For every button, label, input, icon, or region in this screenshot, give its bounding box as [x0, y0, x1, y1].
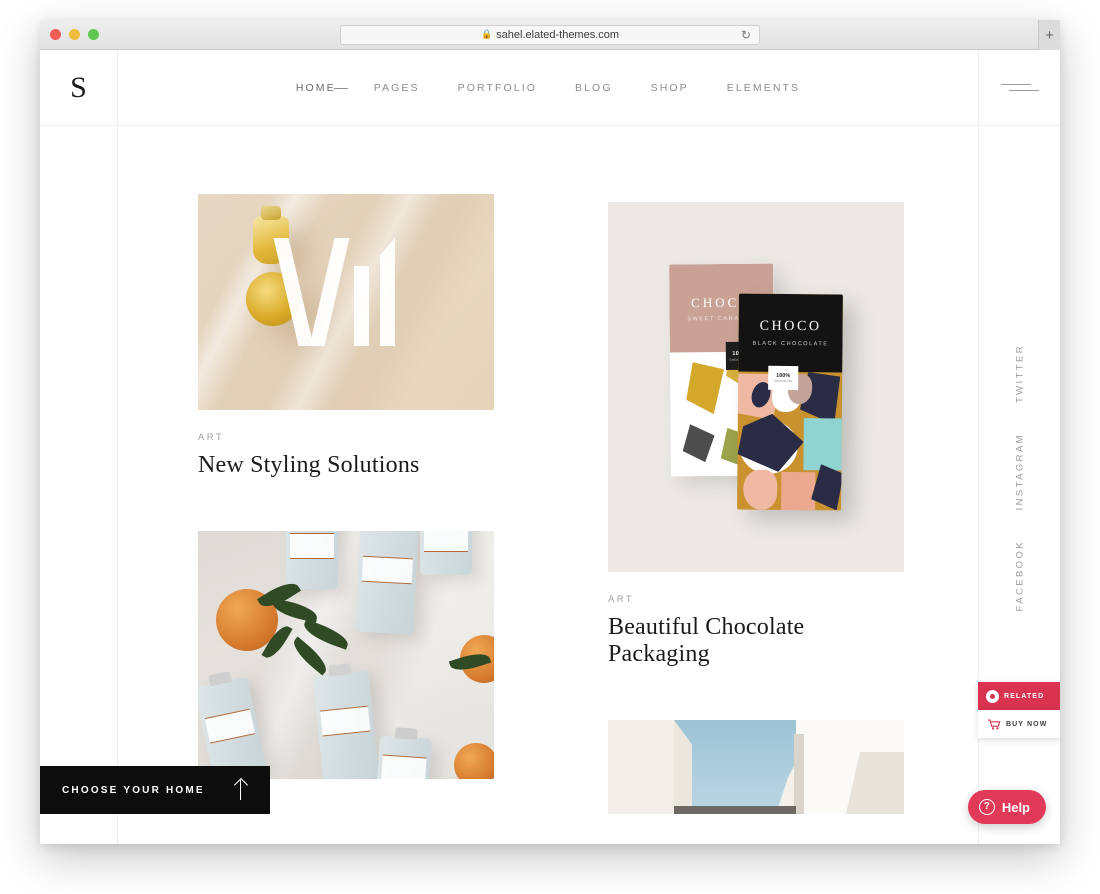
- choco-packaging-image[interactable]: CHOCO SWEET CARAMEL 100%: [608, 202, 904, 572]
- cart-icon: [988, 718, 1001, 730]
- logo-letter: S: [70, 70, 87, 104]
- nav-item-blog[interactable]: BLOG: [575, 78, 613, 98]
- portfolio-column-left: ART New Styling Solutions: [198, 194, 494, 844]
- hamburger-line-top: [1000, 84, 1031, 85]
- portfolio-card: [198, 531, 494, 779]
- pillar-decor: [794, 734, 804, 814]
- bottle-decor: [312, 663, 380, 779]
- masonry-layout: ART New Styling Solutions CHOCO SWEET CA…: [198, 194, 934, 844]
- minimal-architecture-image[interactable]: [608, 720, 904, 814]
- hamburger-line-bottom: [1008, 90, 1039, 91]
- nav-item-shop[interactable]: SHOP: [651, 78, 689, 98]
- nav-item-elements[interactable]: ELEMENTS: [727, 78, 800, 98]
- left-rail: [40, 126, 118, 844]
- minimize-window-button[interactable]: [69, 29, 80, 40]
- choose-your-home-bar[interactable]: CHOOSE YOUR HOME: [40, 766, 270, 814]
- buy-now-button[interactable]: BUY NOW: [978, 710, 1060, 738]
- bottles-and-oranges-image[interactable]: [198, 531, 494, 779]
- wall-decor: [608, 720, 674, 814]
- floating-widget-stack: RELATED BUY NOW: [978, 682, 1060, 738]
- chocolate-bar-black: CHOCO BLACK CHOCOLATE 100% CHOCOLATE: [737, 293, 843, 511]
- choose-your-home-label: CHOOSE YOUR HOME: [62, 784, 205, 796]
- olive-oil-on-marble-image[interactable]: [198, 194, 494, 410]
- portfolio-title[interactable]: New Styling Solutions: [198, 452, 494, 479]
- wall-decor: [796, 720, 904, 814]
- orange-decor: [454, 743, 494, 779]
- help-button[interactable]: ? Help: [967, 790, 1046, 824]
- lock-icon: 🔒: [480, 29, 493, 39]
- nav-item-portfolio[interactable]: PORTFOLIO: [458, 78, 537, 98]
- overlay-logo-mark: [273, 236, 416, 346]
- help-button-label: Help: [1001, 799, 1030, 815]
- address-bar[interactable]: 🔒 sahel.elated-themes.com ↻: [340, 24, 760, 45]
- page-viewport: S HOME PAGES PORTFOLIO BLOG SHOP ELEMENT…: [40, 50, 1060, 844]
- social-link-twitter[interactable]: TWITTER: [1014, 344, 1025, 403]
- main-navigation: HOME PAGES PORTFOLIO BLOG SHOP ELEMENTS: [118, 50, 978, 125]
- bottle-decor: [355, 531, 419, 635]
- portfolio-card: CHOCO SWEET CARAMEL 100%: [608, 202, 904, 668]
- portfolio-title[interactable]: Beautiful Chocolate Packaging: [608, 614, 904, 668]
- site-header: S HOME PAGES PORTFOLIO BLOG SHOP ELEMENT…: [40, 50, 1060, 126]
- reload-icon[interactable]: ↻: [741, 29, 751, 41]
- ground-decor: [674, 806, 796, 814]
- portfolio-card: [608, 720, 904, 814]
- maximize-window-button[interactable]: [88, 29, 99, 40]
- browser-window: 🔒 sahel.elated-themes.com ↻ + S HOME PAG…: [40, 20, 1060, 844]
- bar-black-subtitle: BLACK CHOCOLATE: [752, 340, 829, 348]
- address-bar-url: sahel.elated-themes.com: [496, 28, 620, 41]
- bar-black-title: CHOCO: [759, 318, 822, 335]
- portfolio-grid: ART New Styling Solutions CHOCO SWEET CA…: [118, 126, 978, 844]
- question-circle-icon: ?: [978, 799, 995, 815]
- portfolio-column-right: CHOCO SWEET CARAMEL 100%: [608, 202, 904, 844]
- record-circle-icon: [986, 689, 999, 703]
- browser-titlebar: 🔒 sahel.elated-themes.com ↻ +: [40, 20, 1060, 50]
- related-button[interactable]: RELATED: [978, 682, 1060, 710]
- portfolio-card: ART New Styling Solutions: [198, 194, 494, 479]
- bottle-decor: [420, 531, 472, 575]
- buy-now-button-label: BUY NOW: [1006, 720, 1048, 728]
- related-button-label: RELATED: [1004, 692, 1045, 700]
- window-controls[interactable]: [40, 29, 99, 40]
- nav-item-pages[interactable]: PAGES: [374, 78, 420, 98]
- arrow-up-icon[interactable]: [234, 780, 248, 800]
- hamburger-icon[interactable]: [978, 50, 1060, 125]
- page-body: ART New Styling Solutions CHOCO SWEET CA…: [40, 126, 1060, 844]
- bottle-decor: [375, 727, 433, 779]
- social-links: TWITTER INSTAGRAM FACEBOOK: [1014, 344, 1025, 612]
- new-tab-button[interactable]: +: [1038, 20, 1060, 50]
- close-window-button[interactable]: [50, 29, 61, 40]
- bar-black-badge: 100% CHOCOLATE: [768, 365, 799, 391]
- social-link-instagram[interactable]: INSTAGRAM: [1014, 433, 1025, 510]
- social-link-facebook[interactable]: FACEBOOK: [1014, 540, 1025, 611]
- bottle-decor: [286, 531, 338, 589]
- nav-item-home[interactable]: HOME: [296, 78, 348, 98]
- site-logo[interactable]: S: [40, 50, 118, 125]
- portfolio-category[interactable]: ART: [608, 594, 904, 605]
- portfolio-category[interactable]: ART: [198, 432, 494, 443]
- badge-sub: CHOCOLATE: [773, 378, 793, 384]
